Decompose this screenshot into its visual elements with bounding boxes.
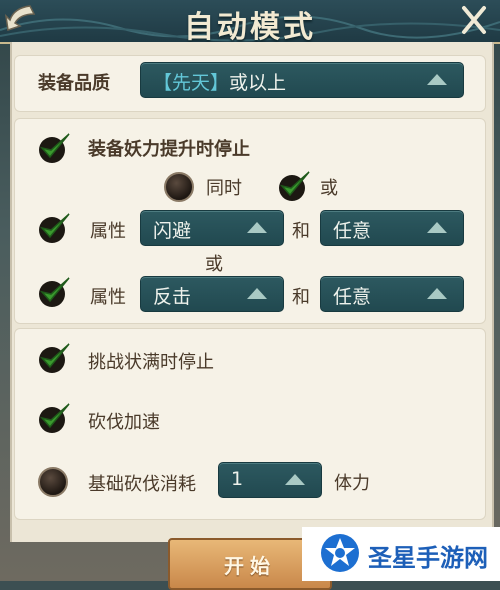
stop-on-full-checkbox[interactable]	[36, 340, 72, 376]
star-logo-icon	[321, 534, 359, 572]
base-cost-label: 基础砍伐消耗	[88, 474, 196, 495]
attr-row2-dropdown1[interactable]: 反击	[140, 276, 284, 312]
attr-row2-label: 属性	[90, 287, 126, 308]
close-x-icon	[462, 6, 486, 34]
quality-bracket-close: 】	[210, 72, 230, 94]
stop-on-upgrade-checkbox[interactable]	[36, 130, 72, 166]
attr-or-label: 或	[205, 254, 223, 275]
quality-value: 先天	[172, 72, 211, 94]
attr-row2-value2: 任意	[333, 286, 372, 308]
attr-row1-dropdown2[interactable]: 任意	[320, 210, 464, 246]
header-bar: 自动模式	[0, 0, 500, 45]
attr-row1-value1: 闪避	[153, 220, 192, 242]
logic-both-radio[interactable]	[164, 172, 194, 202]
base-cost-value: 1	[231, 468, 244, 490]
stop-on-full-label: 挑战状满时停止	[88, 352, 214, 373]
logic-both-label: 同时	[206, 178, 242, 199]
chevron-up-icon	[247, 222, 267, 233]
chevron-up-icon	[427, 288, 447, 299]
chop-speed-label: 砍伐加速	[88, 412, 160, 433]
page-title: 自动模式	[184, 10, 316, 45]
watermark-text: 圣星手游网	[368, 544, 488, 572]
chevron-up-icon	[285, 474, 305, 485]
chevron-up-icon	[247, 288, 267, 299]
attr-row2-value1: 反击	[153, 286, 192, 308]
attr-row1-conj: 和	[292, 221, 310, 242]
quality-bracket-open: 【	[153, 72, 173, 94]
attr-row2-dropdown2[interactable]: 任意	[320, 276, 464, 312]
quality-label: 装备品质	[38, 73, 110, 94]
base-cost-unit: 体力	[334, 473, 370, 494]
chevron-up-icon	[427, 74, 447, 85]
close-button[interactable]	[458, 2, 490, 38]
chop-speed-checkbox[interactable]	[36, 400, 72, 436]
base-cost-checkbox[interactable]	[38, 467, 68, 497]
watermark-overlay: 圣星手游网	[302, 527, 500, 581]
attr-row1-dropdown1[interactable]: 闪避	[140, 210, 284, 246]
logic-or-radio[interactable]	[276, 168, 312, 204]
base-cost-stepper[interactable]: 1	[218, 462, 322, 498]
stop-on-upgrade-label: 装备妖力提升时停止	[88, 139, 250, 160]
logic-or-label: 或	[320, 178, 338, 199]
quality-dropdown-value: 【先天】或以上	[153, 68, 286, 95]
attr-row1-label: 属性	[90, 221, 126, 242]
attr-row1-checkbox[interactable]	[36, 210, 72, 246]
attr-row2-conj: 和	[292, 287, 310, 308]
quality-dropdown[interactable]: 【先天】或以上	[140, 62, 464, 98]
attr-row1-value2: 任意	[333, 220, 372, 242]
attr-row2-checkbox[interactable]	[36, 274, 72, 310]
quality-suffix: 或以上	[229, 72, 287, 94]
chevron-up-icon	[427, 222, 447, 233]
